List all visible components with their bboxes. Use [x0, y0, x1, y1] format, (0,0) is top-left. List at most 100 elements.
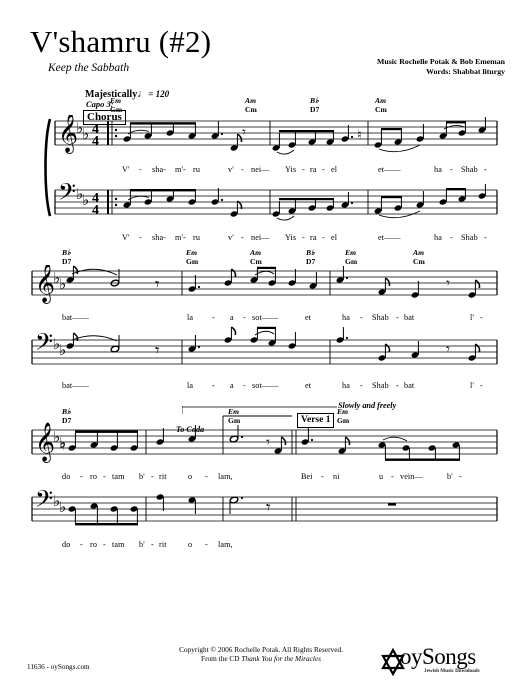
- oysongs-logo[interactable]: oySongs Jewish Music Downloads: [378, 644, 510, 686]
- lyric-syllable: -: [396, 381, 399, 390]
- chord-symbol: Em Gm: [345, 248, 357, 266]
- chord-lower: Cm: [245, 104, 257, 114]
- lyric-syllable: -: [450, 165, 453, 174]
- repeat-start-barline: [107, 121, 118, 214]
- lyric-syllable: -: [480, 313, 483, 322]
- chord-lower: Cm: [250, 256, 262, 266]
- lyric-syllable: -: [241, 233, 244, 242]
- bass-notes-system-2: 𝄾 𝄾: [66, 326, 481, 361]
- natural-icon: ♮: [357, 128, 362, 143]
- chord-symbol: Em Gm: [110, 96, 123, 114]
- lyric-syllable: -: [212, 381, 215, 390]
- chord-symbol: Am Cm: [413, 248, 425, 266]
- natural-icon: ♮: [60, 439, 65, 454]
- lyric-syllable: -: [103, 540, 106, 549]
- lyric-syllable: et——: [378, 165, 401, 174]
- tempo-value: = 120: [148, 89, 170, 99]
- bass-clef-icon: 𝄢: [58, 178, 76, 211]
- lyric-syllable: Shab: [372, 381, 389, 390]
- lyric-syllable: o: [188, 472, 193, 481]
- slur: [276, 149, 295, 155]
- lyric-syllable: -: [241, 165, 244, 174]
- slur: [71, 268, 118, 276]
- slur: [276, 215, 295, 221]
- lyric-syllable: -: [151, 540, 154, 549]
- lyric-syllable: ni: [333, 472, 340, 481]
- quarter-rest-icon: 𝄾: [155, 341, 160, 361]
- chord-lower: D7: [62, 256, 72, 266]
- flat-icon: ♭: [82, 125, 89, 143]
- lyric-syllable: Yis: [285, 233, 297, 242]
- system-3-staves: 𝄞 𝄢 ♭ ♭ ♭ ♭ ♮ 𝄾 𝄾: [31, 415, 498, 526]
- lyric-syllable: -: [322, 233, 325, 242]
- lyric-syllable: Shab: [461, 233, 478, 242]
- lyric-syllable: l': [470, 313, 474, 322]
- time-signature: 4: [92, 203, 99, 218]
- logo-wordmark: oySongs: [400, 644, 476, 669]
- lyric-syllable: et: [305, 381, 312, 390]
- bass-clef-icon: 𝄢: [35, 485, 53, 518]
- to-coda-marking: To Coda: [176, 425, 205, 434]
- lyric-syllable: m'-: [175, 233, 186, 242]
- lyric-syllable: bat: [404, 313, 415, 322]
- chord-symbol: Em Gm: [186, 248, 198, 266]
- chord-symbol: B♭ D7: [306, 248, 315, 266]
- lyric-syllable: la: [187, 381, 194, 390]
- lyric-syllable: Yis: [285, 165, 297, 174]
- lyric-syllable: el: [331, 233, 338, 242]
- chord-symbol: B♭ D7: [310, 96, 320, 114]
- slur: [382, 436, 408, 442]
- sheet-music-page: V'shamru (#2) Keep the Sabbath Music Roc…: [0, 0, 522, 696]
- lyric-syllable: Shab: [461, 165, 478, 174]
- eighth-rest-icon: 𝄾: [266, 433, 270, 451]
- logo-tagline: Jewish Music Downloads: [424, 668, 480, 674]
- lyric-syllable: -: [459, 472, 462, 481]
- lyric-syllable: -: [139, 165, 142, 174]
- lyric-syllable: a: [230, 313, 234, 322]
- system-3: 𝄞 𝄢 ♭ ♭ ♭ ♭ ♮ 𝄾 𝄾: [0, 412, 522, 547]
- lyric-syllable: -: [484, 233, 487, 242]
- chord-lower: Cm: [375, 104, 387, 114]
- slur: [127, 195, 150, 201]
- catalog-number: 11636 - oySongs.com: [27, 663, 90, 671]
- flat-icon: ♭: [82, 191, 89, 209]
- lyric-syllable: v': [228, 165, 234, 174]
- chord-lower: D7: [310, 104, 320, 114]
- lyric-syllable: ru: [193, 165, 201, 174]
- lyric-syllable: do: [62, 472, 71, 481]
- lyric-syllable: V': [122, 233, 130, 242]
- eighth-rest-icon: 𝄾: [242, 123, 246, 141]
- lyric-syllable: V': [122, 165, 130, 174]
- eighth-rest-icon: 𝄾: [446, 340, 450, 358]
- lyric-syllable: ra: [310, 165, 317, 174]
- lyric-syllable: Shab: [372, 313, 389, 322]
- lyric-syllable: el: [331, 165, 338, 174]
- flat-icon: ♭: [59, 341, 66, 359]
- time-signature: 4: [92, 134, 99, 149]
- lyric-syllable: -: [103, 472, 106, 481]
- lyric-syllable: la: [187, 313, 194, 322]
- credit-music: Music Rochelle Potak & Bob Ememan: [377, 57, 505, 66]
- lyric-syllable: sot——: [252, 381, 279, 390]
- chord-lower: Gm: [110, 104, 123, 114]
- lyric-syllable: bat: [404, 381, 415, 390]
- lyric-syllable: -: [321, 472, 324, 481]
- lyric-syllable: -: [450, 233, 453, 242]
- double-barline: [291, 430, 297, 521]
- lyric-syllable: sha-: [152, 165, 167, 174]
- lyric-syllable: -: [396, 313, 399, 322]
- chord-lower: Cm: [413, 256, 425, 266]
- system-1-staves: 𝄞 𝄢 ♭ ♭ ♭ ♭ 4 4 4 4 𝄾 ♮: [44, 113, 498, 221]
- lyric-syllable: vein—: [400, 472, 423, 481]
- chord-symbol: Am Cm: [250, 248, 262, 266]
- lyric-syllable: m'-: [175, 165, 186, 174]
- system-1: 𝄞 𝄢 ♭ ♭ ♭ ♭ 4 4 4 4 𝄾 ♮: [0, 113, 522, 245]
- lyric-syllable: ha: [434, 165, 442, 174]
- chord-lower: Gm: [337, 415, 350, 425]
- lyric-syllable: -: [151, 472, 154, 481]
- flat-icon: ♭: [59, 275, 66, 293]
- lyric-syllable: tam: [112, 472, 125, 481]
- tempo-change-line: [182, 406, 337, 414]
- lyric-syllable: nei—: [251, 233, 270, 242]
- lyric-syllable: -: [360, 313, 363, 322]
